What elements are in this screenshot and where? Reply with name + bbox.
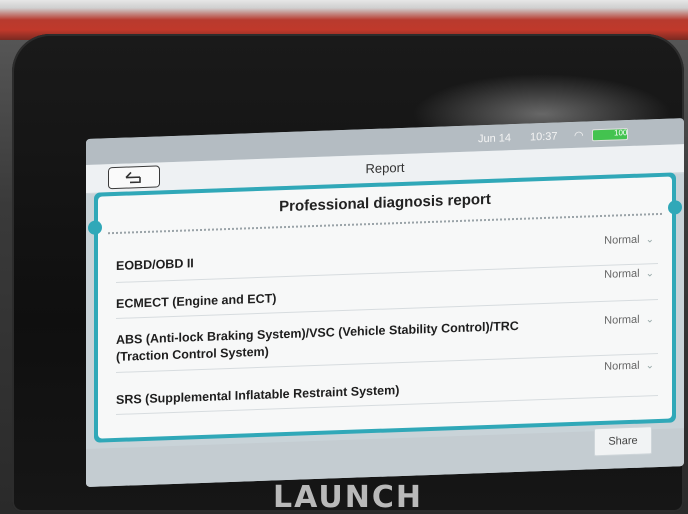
status-date: Jun 14 xyxy=(478,132,512,146)
row-label: SRS (Supplemental Inflatable Restraint S… xyxy=(116,383,400,407)
report-panel: Professional diagnosis report EOBD/OBD I… xyxy=(98,176,672,439)
report-container: Professional diagnosis report EOBD/OBD I… xyxy=(88,172,682,443)
row-status[interactable]: Normal ⌄ xyxy=(604,233,654,247)
tablet-device: Jun 14 10:37 ◠ 100 Report Professional d… xyxy=(12,34,684,514)
status-text: Normal xyxy=(604,267,640,281)
device-brand-logo: LAUNCH xyxy=(272,480,423,514)
chevron-down-icon: ⌄ xyxy=(645,234,654,246)
row-status[interactable]: Normal ⌄ xyxy=(604,359,654,373)
row-label: ABS (Anti-lock Braking System)/VSC (Vehi… xyxy=(116,318,519,364)
row-status[interactable]: Normal ⌄ xyxy=(604,267,654,281)
chevron-down-icon: ⌄ xyxy=(645,360,654,372)
status-text: Normal xyxy=(604,313,640,327)
status-text: Normal xyxy=(604,359,640,373)
chevron-down-icon: ⌄ xyxy=(645,268,654,280)
status-text: Normal xyxy=(604,233,640,247)
photo-scene: Jun 14 10:37 ◠ 100 Report Professional d… xyxy=(0,0,688,514)
row-status[interactable]: Normal ⌄ xyxy=(604,313,654,327)
wifi-icon: ◠ xyxy=(574,129,584,142)
battery-level: 100 xyxy=(614,128,628,138)
side-handle-right xyxy=(668,200,682,215)
chevron-down-icon: ⌄ xyxy=(645,314,654,326)
tablet-screen: Jun 14 10:37 ◠ 100 Report Professional d… xyxy=(86,118,684,488)
share-button[interactable]: Share xyxy=(594,426,652,457)
status-time: 10:37 xyxy=(530,130,558,144)
